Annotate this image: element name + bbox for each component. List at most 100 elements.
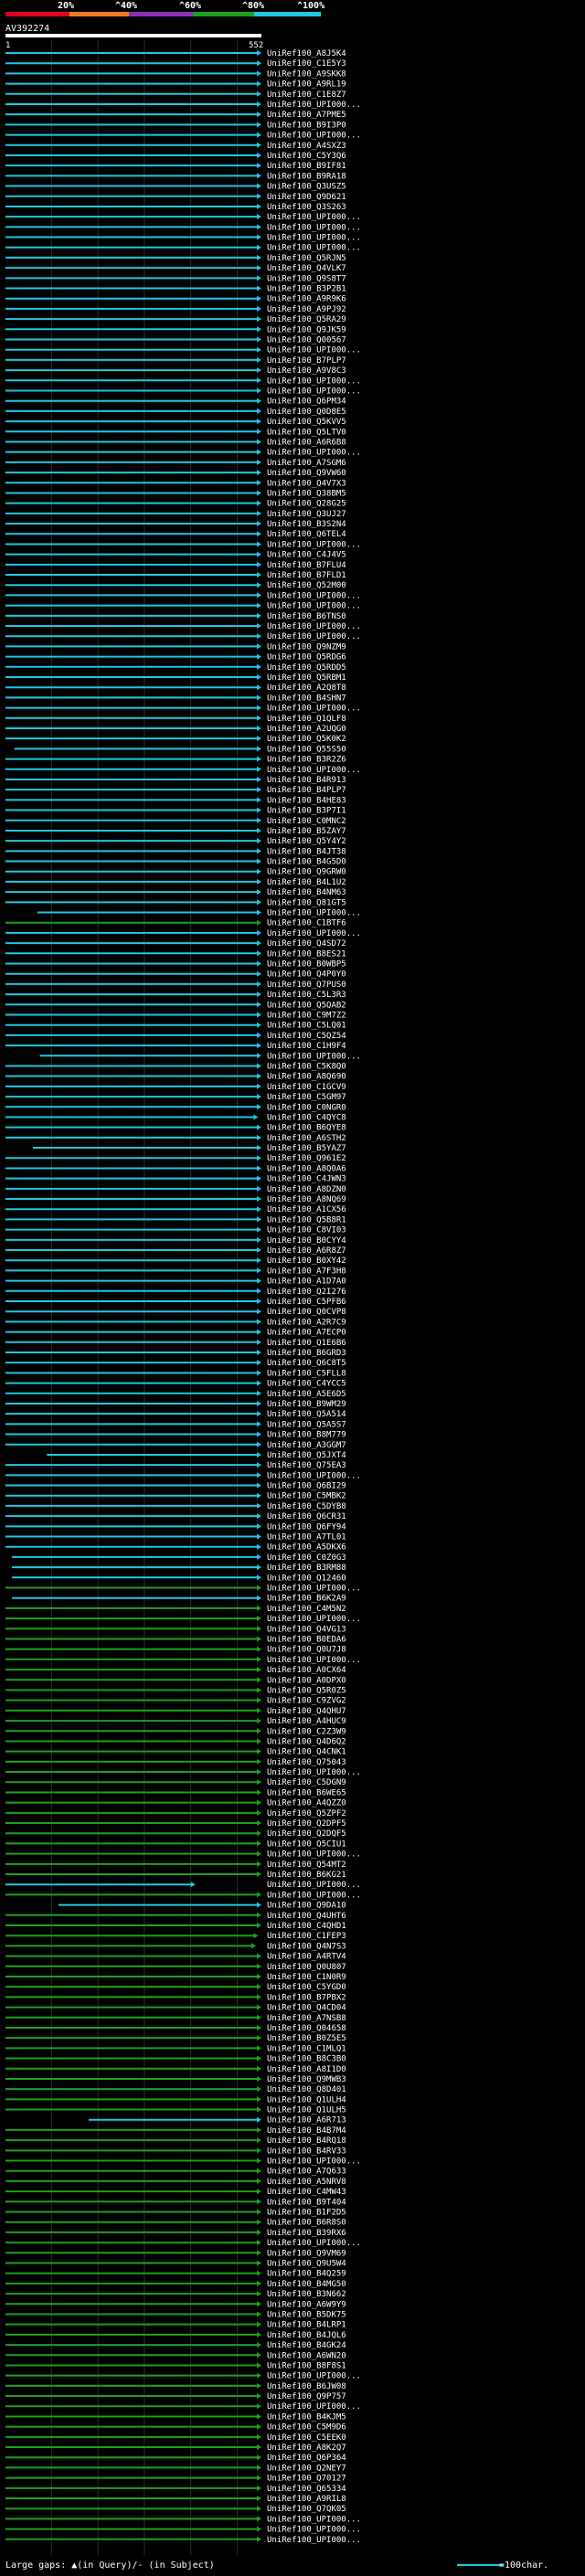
hit-arrow [257, 1053, 261, 1059]
hit-label: UniRef100_B9WM29 [267, 1400, 346, 1409]
hit-label: UniRef100_Q5JXT4 [267, 1451, 346, 1460]
hit-arrow [257, 1595, 261, 1601]
hit-arrow [257, 572, 261, 578]
hit-arrow [257, 2444, 261, 2451]
scale-segment [129, 12, 193, 16]
hit-arrow [257, 1226, 261, 1233]
hit-arrow [257, 2126, 261, 2133]
hit-label: UniRef100_B7PLP7 [267, 356, 346, 366]
hit-label: UniRef100_B4Q259 [267, 2270, 346, 2279]
hit-arrow [257, 1196, 261, 1203]
hit-label: UniRef100_Q8D401 [267, 2085, 346, 2094]
hit-label: UniRef100_A5DKX6 [267, 1543, 346, 1553]
hit-arrow [257, 2372, 261, 2379]
hit-arrow [257, 2024, 261, 2030]
hit-arrow [257, 531, 261, 537]
hit-label: UniRef100_A1CX56 [267, 1205, 346, 1214]
hit-arrow [250, 1943, 256, 1949]
hit-arrow [257, 1953, 261, 1959]
hit-arrow [257, 2433, 261, 2440]
hit-arrow [257, 1513, 261, 1520]
hit-arrow [257, 1482, 261, 1489]
hit-arrow [257, 521, 261, 527]
hit-arrow [257, 142, 261, 148]
hit-label: UniRef100_Q75043 [267, 1758, 346, 1767]
hit-label: UniRef100_Q2I276 [267, 1288, 346, 1297]
hit-arrow [257, 1175, 261, 1182]
hit-arrow [257, 2219, 261, 2225]
hit-arrow [257, 2240, 261, 2246]
hit-arrow [257, 694, 261, 701]
hit-arrow [257, 715, 261, 721]
hit-arrow [257, 2475, 261, 2481]
hit-arrow [257, 2004, 261, 2010]
hit-label: UniRef100_A7PME5 [267, 111, 346, 120]
hit-arrow [257, 1820, 261, 1827]
hit-label: UniRef100_Q6PM34 [267, 398, 346, 407]
hit-arrow [257, 2157, 261, 2164]
hit-arrow [257, 1902, 261, 1908]
hit-label: UniRef100_Q6FY94 [267, 1522, 346, 1532]
hit-label: UniRef100_UPI000... [267, 1768, 361, 1777]
hit-label: UniRef100_Q0CVP8 [267, 1308, 346, 1317]
hit-arrow [257, 2393, 261, 2400]
hit-label: UniRef100_C1N0R9 [267, 1973, 346, 1982]
hit-arrow [257, 1319, 261, 1325]
hit-arrow [257, 459, 261, 465]
hit-arrow [257, 470, 261, 476]
hit-label: UniRef100_Q9S8T7 [267, 274, 346, 283]
hit-arrow [257, 90, 261, 97]
hit-label: UniRef100_Q4CD04 [267, 2004, 346, 2013]
legend-gaps: Large gaps: ▲(in Query)/- (in Subject) [5, 2560, 215, 2571]
hit-label: UniRef100_A8DZN0 [267, 1185, 346, 1194]
hit-label: UniRef100_A2Q8T8 [267, 684, 346, 693]
hit-arrow [257, 490, 261, 496]
hit-label: UniRef100_Q81GT5 [267, 898, 346, 907]
hit-label: UniRef100_Q9VW60 [267, 469, 346, 478]
hit-label: UniRef100_C1H9F4 [267, 1042, 346, 1051]
hit-arrow [257, 1339, 261, 1345]
hit-label: UniRef100_Q5RA29 [267, 315, 346, 324]
hit-label: UniRef100_Q1E6B6 [267, 1339, 346, 1348]
hit-arrow [257, 1748, 261, 1754]
hit-label: UniRef100_Q5QAB2 [267, 1001, 346, 1010]
hit-arrow [257, 1309, 261, 1315]
hit-label: UniRef100_B0EDA6 [267, 1635, 346, 1644]
hit-arrow [257, 1840, 261, 1847]
hit-arrow [257, 1728, 261, 1734]
hit-label: UniRef100_Q4N7S3 [267, 1942, 346, 1951]
hit-arrow [257, 1973, 261, 1979]
hit-arrow [257, 1892, 261, 1898]
hit-label: UniRef100_A7F3H8 [267, 1267, 346, 1276]
hit-label: UniRef100_C4M5N2 [267, 1605, 346, 1614]
hit-label: UniRef100_Q4VLK7 [267, 264, 346, 273]
hit-arrow [257, 1421, 261, 1427]
hit-label: UniRef100_B0CYY4 [267, 1236, 346, 1246]
hit-label: UniRef100_UPI000... [267, 1656, 361, 1665]
hit-label: UniRef100_UPI000... [267, 602, 361, 611]
hit-arrow [257, 419, 261, 425]
hit-arrow [257, 336, 261, 343]
hit-label: UniRef100_C5FLL8 [267, 1369, 346, 1378]
hit-arrow [257, 2301, 261, 2307]
hit-arrow [257, 858, 261, 864]
hit-arrow [257, 756, 261, 762]
hit-label: UniRef100_UPI000... [267, 387, 361, 396]
hit-label: UniRef100_A8Q0A6 [267, 1164, 346, 1173]
hit-arrow [257, 2291, 261, 2297]
hit-arrow [257, 2423, 261, 2430]
hit-label: UniRef100_Q9NZM9 [267, 642, 346, 652]
hit-label: UniRef100_A2R7C9 [267, 1318, 346, 1327]
hit-label: UniRef100_A9V8C3 [267, 366, 346, 376]
hit-arrow [257, 152, 261, 158]
hit-arrow [257, 2086, 261, 2093]
hit-label: UniRef100_A9R9K6 [267, 295, 346, 304]
hit-label: UniRef100_Q6BI29 [267, 1482, 346, 1491]
hit-label: UniRef100_A6W9Y9 [267, 2300, 346, 2309]
hit-label: UniRef100_A4SXZ3 [267, 142, 346, 151]
hit-arrow [257, 1206, 261, 1213]
hit-label: UniRef100_UPI000... [267, 2372, 361, 2381]
scale-segment [254, 12, 321, 16]
hit-arrow [257, 193, 261, 199]
hit-arrow [257, 1216, 261, 1223]
